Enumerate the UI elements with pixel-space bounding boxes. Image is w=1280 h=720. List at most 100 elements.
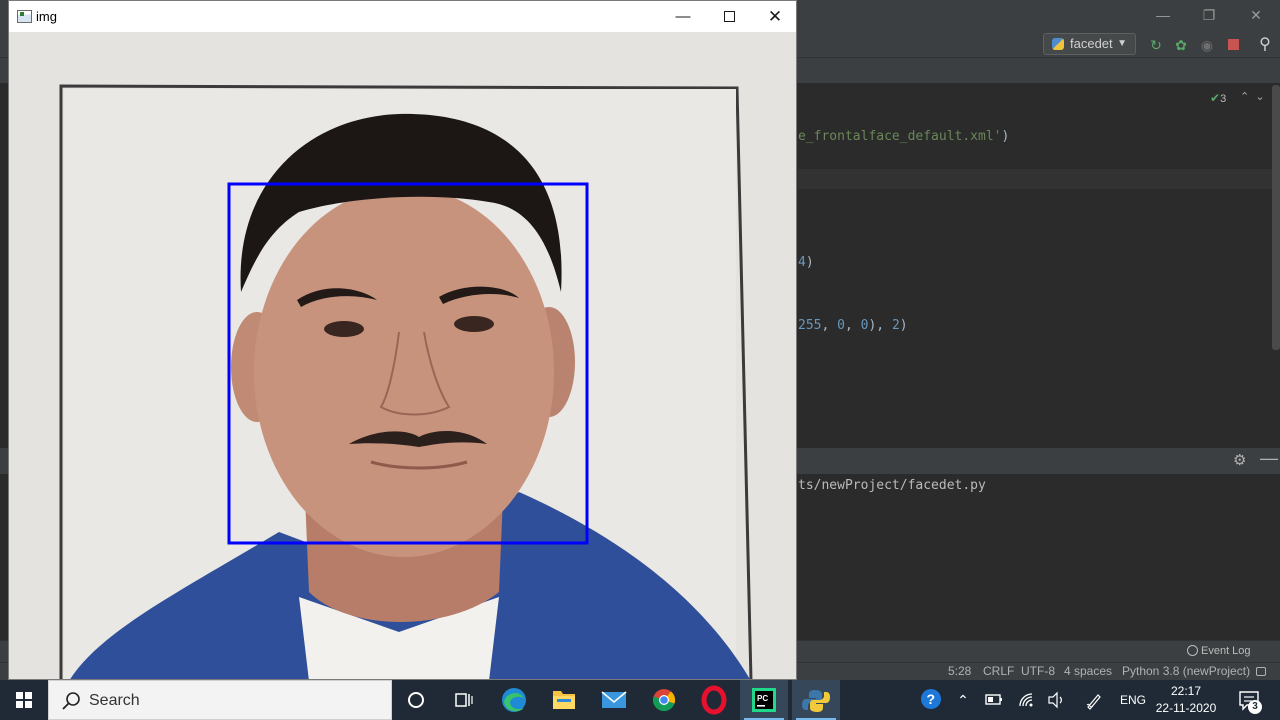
code-number: 2: [891, 318, 900, 333]
close-button[interactable]: ✕: [752, 1, 796, 32]
python-window-button[interactable]: [792, 680, 840, 720]
action-center-button[interactable]: 3: [1228, 680, 1272, 720]
code-number: 255: [798, 318, 822, 333]
cortana-icon: [408, 692, 424, 708]
run-output-line: ts/newProject/facedet.py: [798, 478, 986, 493]
code-string: e_frontalface_default.xml': [798, 129, 1002, 144]
run-configuration-label: facedet: [1070, 36, 1113, 51]
opera-button[interactable]: [690, 680, 738, 720]
file-explorer-icon: [553, 691, 575, 709]
task-view-button[interactable]: [440, 680, 488, 720]
event-log-icon: [1187, 645, 1198, 656]
help-button[interactable]: ?: [918, 680, 944, 720]
chrome-button[interactable]: [640, 680, 688, 720]
event-log-label: Event Log: [1201, 645, 1251, 657]
inspections-widget[interactable]: ✔3: [1210, 91, 1226, 105]
code-line: 4): [798, 255, 814, 270]
mail-button[interactable]: [590, 680, 638, 720]
chevron-up-icon: ⌃: [957, 692, 969, 708]
mail-icon: [601, 691, 627, 708]
cortana-button[interactable]: [392, 680, 440, 720]
code-punct: ): [805, 255, 814, 270]
code-punct: ,: [821, 318, 838, 333]
caret-position[interactable]: 5:28: [948, 664, 971, 678]
pycharm-icon: PC: [752, 688, 776, 712]
indent-setting[interactable]: 4 spaces: [1064, 664, 1112, 678]
pycharm-icon-label: PC: [757, 694, 768, 703]
img-window: img — ✕: [8, 0, 797, 680]
code-punct: ): [899, 318, 908, 333]
network-button[interactable]: [1016, 680, 1036, 720]
ide-restore-button[interactable]: ❐: [1186, 0, 1232, 30]
pycharm-button[interactable]: PC: [740, 680, 788, 720]
run-configuration-dropdown[interactable]: facedet ▼: [1043, 33, 1136, 55]
line-separator[interactable]: CRLF: [983, 664, 1014, 678]
window-title: img: [36, 9, 57, 24]
volume-button[interactable]: [1046, 680, 1068, 720]
debug-icon[interactable]: ✿: [1172, 36, 1190, 54]
python-icon: [1052, 38, 1064, 50]
code-line: e_frontalface_default.xml'): [798, 129, 1009, 144]
left-eye: [324, 321, 364, 337]
code-punct: ): [1001, 129, 1010, 144]
notification-icon: [1239, 691, 1259, 711]
minimize-panel-icon[interactable]: —: [1260, 448, 1278, 469]
pen-icon: [1086, 694, 1101, 710]
stop-icon[interactable]: [1224, 36, 1242, 54]
editor-scrollbar[interactable]: [1272, 85, 1280, 350]
ide-minimize-button[interactable]: —: [1140, 0, 1186, 30]
battery-button[interactable]: [984, 680, 1004, 720]
opera-icon: [701, 685, 727, 715]
code-number: 0: [837, 318, 845, 333]
image-window-icon: [17, 10, 32, 23]
windows-logo-icon: [16, 692, 32, 708]
search-everywhere-icon[interactable]: ⚲: [1256, 36, 1274, 54]
search-label: Search: [89, 692, 140, 709]
file-explorer-button[interactable]: [540, 680, 588, 720]
notification-count-badge: 3: [1248, 700, 1262, 714]
rerun-icon[interactable]: ↻: [1147, 36, 1165, 54]
ide-close-button[interactable]: ✕: [1233, 0, 1279, 30]
python-interpreter[interactable]: Python 3.8 (newProject): [1122, 664, 1250, 678]
chevron-down-icon: ▼: [1117, 38, 1127, 49]
svg-text:?: ?: [927, 691, 936, 707]
inspections-count: 3: [1220, 93, 1227, 105]
start-button[interactable]: [0, 680, 48, 720]
show-hidden-icons-button[interactable]: ⌃: [954, 680, 972, 720]
code-punct: ,: [844, 318, 861, 333]
clock-time: 22:17: [1170, 684, 1202, 698]
maximize-icon: [723, 11, 735, 22]
gear-icon[interactable]: ⚙: [1233, 451, 1246, 469]
img-titlebar[interactable]: img — ✕: [9, 1, 796, 32]
chrome-icon: [652, 689, 676, 712]
taskbar-search-box[interactable]: Search: [48, 680, 392, 720]
file-encoding[interactable]: UTF-8: [1021, 664, 1055, 678]
battery-icon: [985, 694, 1002, 705]
input-language-button[interactable]: ENG: [1118, 680, 1148, 720]
face: [254, 187, 554, 557]
edge-icon: [502, 688, 526, 712]
right-eye: [454, 316, 494, 332]
code-number: 4: [798, 255, 806, 270]
speaker-icon: [1048, 691, 1062, 709]
face-photo: [9, 32, 796, 679]
image-display: [9, 32, 796, 679]
check-icon: ✔: [1210, 91, 1221, 105]
minimize-button[interactable]: —: [660, 1, 706, 32]
clock[interactable]: 22:17 22-11-2020: [1150, 683, 1222, 717]
search-icon: [62, 692, 80, 710]
python-icon: [802, 690, 830, 712]
task-view-icon: [455, 693, 473, 707]
edge-button[interactable]: [490, 680, 538, 720]
run-with-coverage-icon[interactable]: ◉: [1198, 36, 1216, 54]
event-log-button[interactable]: Event Log: [1187, 645, 1251, 657]
code-line: 255, 0, 0), 2): [798, 318, 908, 333]
pen-workspace-button[interactable]: [1084, 680, 1104, 720]
clock-date: 22-11-2020: [1155, 701, 1217, 715]
editor-nav-arrows[interactable]: ⌃ ⌄: [1240, 90, 1265, 103]
wifi-icon: [1019, 693, 1033, 707]
help-icon: ?: [921, 689, 941, 709]
maximize-button[interactable]: [706, 1, 752, 32]
windows-taskbar: Search PC ? ⌃ ENG 22:17 22-11-2020 3: [0, 680, 1280, 720]
lock-icon[interactable]: [1256, 667, 1266, 676]
